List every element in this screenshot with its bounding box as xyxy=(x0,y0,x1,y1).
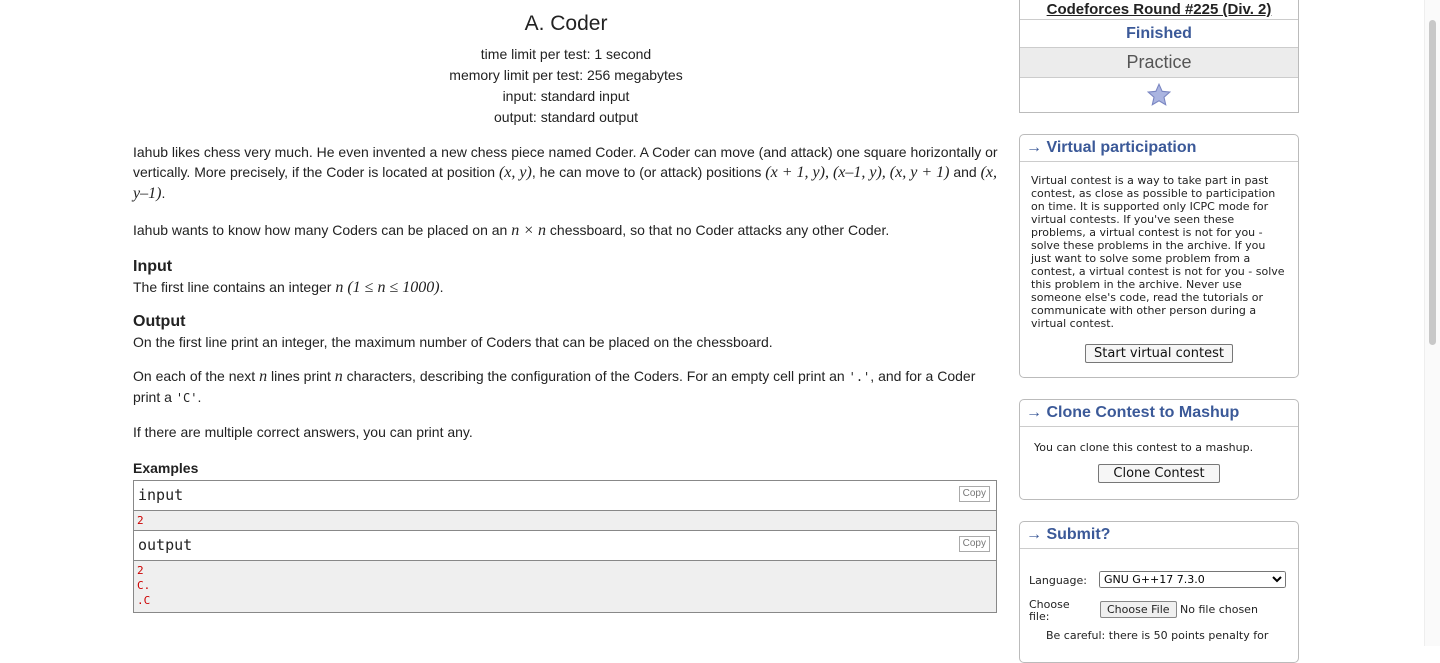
sample-output-label: output xyxy=(138,536,193,554)
sample-test: input Copy 2 output Copy 2 C. .C xyxy=(133,480,997,613)
clone-contest-button[interactable]: Clone Contest xyxy=(1098,464,1220,483)
sample-input-header: input Copy xyxy=(134,481,996,511)
sample-input-label: input xyxy=(138,486,184,504)
penalty-warning: Be careful: there is 50 points penalty f… xyxy=(1046,629,1269,642)
examples-title: Examples xyxy=(133,460,199,476)
problem-limits: time limit per test: 1 second memory lim… xyxy=(133,44,999,128)
language-select[interactable]: GNU G++17 7.3.0 xyxy=(1099,571,1286,588)
problem-title: A. Coder xyxy=(524,12,608,35)
virtual-participation-text: Virtual contest is a way to take part in… xyxy=(1031,174,1285,330)
memory-limit: memory limit per test: 256 megabytes xyxy=(449,67,683,83)
virtual-participation-title: → Virtual participation xyxy=(1020,135,1298,162)
choose-file-button[interactable]: Choose File xyxy=(1100,601,1177,618)
math-board: n × n xyxy=(511,222,547,239)
scrollbar-thumb[interactable] xyxy=(1429,20,1436,345)
input-file: input: standard input xyxy=(502,88,630,104)
start-virtual-contest-button[interactable]: Start virtual contest xyxy=(1085,344,1233,363)
math-position: (x, y) xyxy=(498,164,532,181)
output-file: output: standard output xyxy=(494,109,638,125)
legend-paragraph-1: Iahub likes chess very much. He even inv… xyxy=(133,144,998,202)
contest-name-link[interactable]: Codeforces Round #225 (Div. 2) xyxy=(1020,0,1298,20)
input-spec: The first line contains an integer n (1 … xyxy=(133,279,444,296)
sample-output-header: output Copy xyxy=(134,531,996,561)
contest-box: Codeforces Round #225 (Div. 2) Finished … xyxy=(1019,0,1299,113)
clone-contest-title: → Clone Contest to Mashup xyxy=(1020,400,1298,427)
output-spec-2: On each of the next n lines print n char… xyxy=(133,368,976,405)
sidebar: Codeforces Round #225 (Div. 2) Finished … xyxy=(1019,0,1299,663)
submit-title: → Submit? xyxy=(1020,522,1298,549)
legend-paragraph-2: Iahub wants to know how many Coders can … xyxy=(133,222,890,239)
time-limit: time limit per test: 1 second xyxy=(480,46,652,62)
sample-output-body: 2 C. .C xyxy=(134,561,996,612)
math-moves: (x + 1, y), (x–1, y), (x, y + 1) xyxy=(765,164,950,181)
language-row: Language: GNU G++17 7.3.0 xyxy=(1020,571,1298,593)
problem-statement: A. Coder time limit per test: 1 second m… xyxy=(133,0,999,613)
favorite-star-icon[interactable] xyxy=(1020,78,1298,112)
copy-output-button[interactable]: Copy xyxy=(958,536,990,552)
sample-input-body: 2 xyxy=(134,511,996,531)
file-status: No file chosen xyxy=(1180,603,1258,616)
language-label: Language: xyxy=(1029,574,1087,587)
page-scrollbar[interactable] xyxy=(1424,0,1440,646)
math-constraint: n (1 ≤ n ≤ 1000) xyxy=(335,279,440,296)
contest-practice: Practice xyxy=(1020,48,1298,78)
file-row: Choose file: Choose File No file chosen xyxy=(1020,599,1298,629)
submit-box: → Submit? Language: GNU G++17 7.3.0 Choo… xyxy=(1019,521,1299,663)
input-section-title: Input xyxy=(133,258,173,275)
clone-contest-box: → Clone Contest to Mashup You can clone … xyxy=(1019,399,1299,500)
copy-input-button[interactable]: Copy xyxy=(958,486,990,502)
output-section-title: Output xyxy=(133,313,186,330)
note-paragraph: If there are multiple correct answers, y… xyxy=(133,424,473,440)
virtual-participation-box: → Virtual participation Virtual contest … xyxy=(1019,134,1299,378)
file-label: Choose file: xyxy=(1029,598,1070,623)
clone-contest-text: You can clone this contest to a mashup. xyxy=(1034,441,1254,454)
contest-status: Finished xyxy=(1020,20,1298,48)
output-spec-1: On the first line print an integer, the … xyxy=(133,334,773,350)
